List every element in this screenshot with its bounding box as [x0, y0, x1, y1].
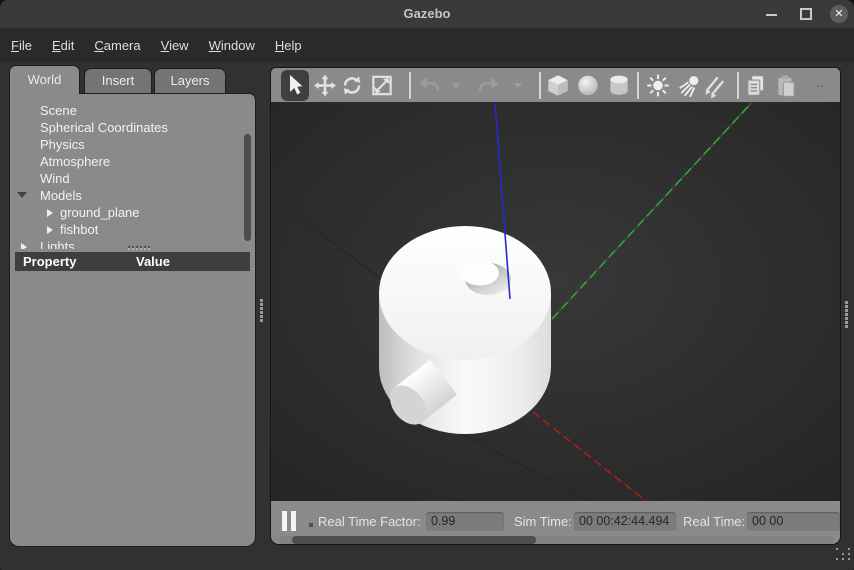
undo-dropdown-arrow[interactable]: [452, 83, 460, 88]
viewport-background: [271, 103, 841, 501]
cylinder-icon: [606, 72, 632, 99]
tree-item-wind[interactable]: Wind: [10, 170, 255, 187]
insert-cylinder-button[interactable]: [606, 72, 632, 99]
gazebo-window: Gazebo ✕ File Edit Camera View Window He…: [0, 0, 854, 570]
point-light-button[interactable]: [645, 72, 671, 99]
titlebar[interactable]: Gazebo ✕: [0, 0, 854, 28]
toolbar-separator: [637, 72, 639, 99]
world-panel: Scene Spherical Coordinates Physics Atmo…: [9, 93, 256, 547]
redo-dropdown-arrow[interactable]: [514, 83, 522, 88]
tab-layers[interactable]: Layers: [154, 68, 226, 94]
chevron-collapsed-icon[interactable]: [47, 226, 53, 234]
tree-item-atmosphere[interactable]: Atmosphere: [10, 153, 255, 170]
spot-light-button[interactable]: [677, 72, 703, 99]
point-light-icon: [645, 72, 671, 99]
fishbot-model[interactable]: [379, 226, 551, 434]
menubar: File Edit Camera View Window Help: [0, 28, 854, 62]
tree-item-ground-plane[interactable]: ground_plane: [10, 204, 255, 221]
property-table-header: Property Value: [15, 252, 250, 271]
step-button[interactable]: [309, 523, 313, 527]
menu-camera[interactable]: Camera: [94, 38, 140, 53]
menu-edit[interactable]: Edit: [52, 38, 74, 53]
toolbar-separator: [539, 72, 541, 99]
sim-time-label: Sim Time:: [514, 514, 572, 529]
sim-time-value: 00 00:42:44.494: [574, 512, 676, 531]
menu-view[interactable]: View: [161, 38, 189, 53]
pause-button[interactable]: [282, 511, 298, 531]
menu-window[interactable]: Window: [209, 38, 255, 53]
chevron-expanded-icon[interactable]: [17, 192, 27, 198]
menu-help[interactable]: Help: [275, 38, 302, 53]
robot-body-top: [379, 226, 551, 360]
chevron-collapsed-icon[interactable]: [21, 243, 27, 249]
select-tool-button[interactable]: [281, 70, 309, 101]
tab-world[interactable]: World: [9, 65, 80, 94]
paste-icon: [773, 72, 799, 99]
undo-button[interactable]: [416, 72, 442, 99]
window-title: Gazebo: [0, 6, 854, 21]
paste-button[interactable]: [773, 72, 799, 99]
rotate-icon: [339, 72, 365, 99]
render-panel: Real Time Factor: 0.99 Sim Time: 00 00:4…: [270, 67, 841, 545]
toolbar-handle-dots[interactable]: [817, 85, 819, 87]
real-time-label: Real Time:: [683, 514, 745, 529]
move-icon: [312, 72, 338, 99]
menu-file[interactable]: File: [11, 38, 32, 53]
viewport-3d[interactable]: [271, 103, 841, 501]
render-toolbar: [271, 68, 840, 103]
rotate-tool-button[interactable]: [339, 72, 365, 99]
statusbar-scrollbar-track[interactable]: [279, 536, 834, 544]
scale-tool-button[interactable]: [369, 72, 395, 99]
column-property: Property: [23, 254, 76, 269]
right-splitter-handle[interactable]: [845, 301, 848, 304]
tree-item-models[interactable]: Models: [10, 187, 255, 204]
cursor-arrow-icon: [282, 72, 306, 98]
translate-tool-button[interactable]: [312, 72, 338, 99]
minimize-button[interactable]: [766, 14, 777, 16]
tree-item-fishbot[interactable]: fishbot: [10, 221, 255, 238]
column-value: Value: [136, 254, 170, 269]
tree-item-scene[interactable]: Scene: [10, 102, 255, 119]
chevron-collapsed-icon[interactable]: [47, 209, 53, 217]
viewport-canvas[interactable]: [271, 103, 841, 501]
copy-button[interactable]: [743, 72, 769, 99]
tree-item-lights[interactable]: Lights: [10, 238, 255, 249]
left-splitter-handle[interactable]: [260, 299, 263, 302]
toolbar-separator: [409, 72, 411, 99]
insert-box-button[interactable]: [545, 72, 571, 99]
toolbar-separator: [737, 72, 739, 99]
box-icon: [545, 72, 571, 99]
horizontal-splitter-handle[interactable]: [128, 246, 130, 248]
real-time-factor-value: 0.99: [426, 512, 504, 531]
directional-light-icon: [702, 72, 728, 99]
tree-scrollbar[interactable]: [244, 134, 251, 241]
scene-tree: Scene Spherical Coordinates Physics Atmo…: [10, 94, 255, 249]
copy-icon: [743, 72, 769, 99]
real-time-factor-label: Real Time Factor:: [318, 514, 421, 529]
tree-item-physics[interactable]: Physics: [10, 136, 255, 153]
scale-icon: [369, 72, 395, 99]
directional-light-button[interactable]: [702, 72, 728, 99]
tab-insert[interactable]: Insert: [84, 68, 152, 94]
resize-grip[interactable]: [836, 548, 838, 550]
simulation-statusbar: Real Time Factor: 0.99 Sim Time: 00 00:4…: [271, 501, 841, 545]
statusbar-scrollbar-handle[interactable]: [292, 536, 536, 544]
sphere-icon: [575, 72, 601, 99]
tree-item-spherical-coordinates[interactable]: Spherical Coordinates: [10, 119, 255, 136]
close-button[interactable]: ✕: [830, 5, 848, 23]
real-time-value: 00 00: [747, 512, 840, 531]
insert-sphere-button[interactable]: [575, 72, 601, 99]
redo-button[interactable]: [476, 72, 502, 99]
redo-icon: [476, 72, 502, 99]
spot-light-icon: [677, 72, 703, 99]
maximize-button[interactable]: [800, 8, 812, 20]
undo-icon: [416, 72, 442, 99]
